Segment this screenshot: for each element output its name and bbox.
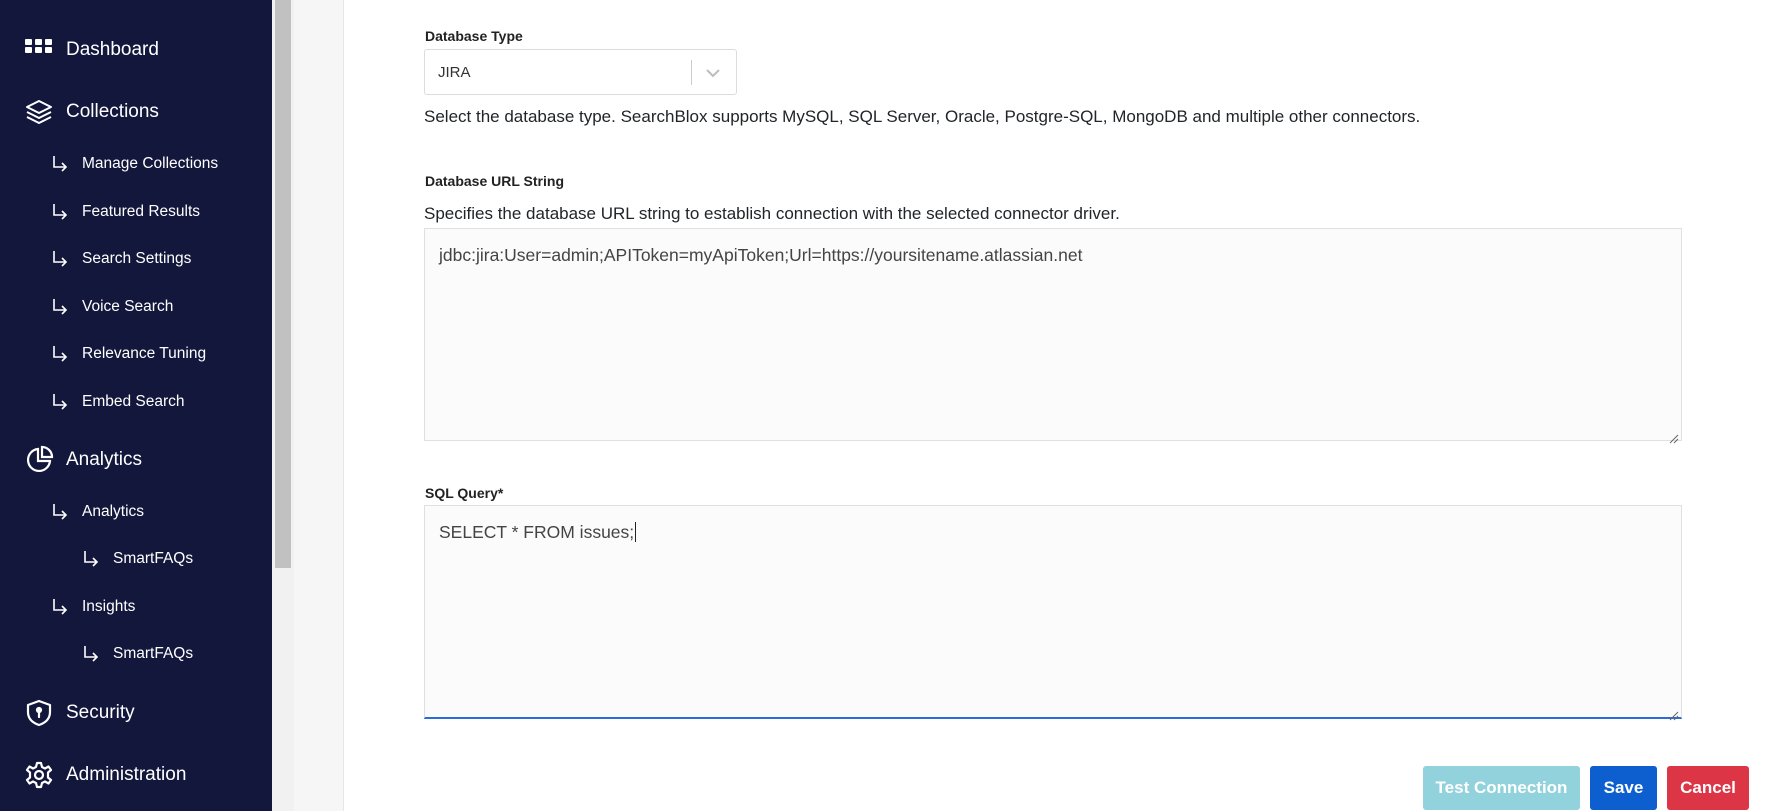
- database-type-help: Select the database type. SearchBlox sup…: [424, 107, 1421, 126]
- sub-arrow-icon: [51, 154, 73, 174]
- save-button[interactable]: Save: [1590, 766, 1657, 810]
- database-url-help: Specifies the database URL string to est…: [424, 204, 1120, 223]
- sidebar-item-relevance-tuning[interactable]: Relevance Tuning: [51, 344, 206, 364]
- sidebar-item-label: SmartFAQs: [113, 645, 194, 662]
- sidebar-item-search-settings[interactable]: Search Settings: [51, 249, 191, 269]
- database-type-select[interactable]: JIRA: [424, 49, 737, 95]
- resize-handle-icon[interactable]: [1669, 705, 1679, 721]
- sidebar-item-manage-collections[interactable]: Manage Collections: [51, 154, 218, 174]
- sidebar-item-security[interactable]: Security: [24, 698, 135, 728]
- sidebar-item-label: Security: [66, 702, 135, 723]
- sidebar-item-smartfaqs-analytics[interactable]: SmartFAQs: [82, 549, 193, 569]
- chevron-down-icon[interactable]: [702, 63, 724, 83]
- sub-arrow-icon: [51, 202, 73, 222]
- sidebar-item-dashboard[interactable]: Dashboard: [24, 35, 159, 65]
- database-url-textarea[interactable]: jdbc:jira:User=admin;APIToken=myApiToken…: [424, 228, 1682, 444]
- sub-arrow-icon: [51, 344, 73, 364]
- sidebar-item-label: Insights: [82, 598, 136, 615]
- database-type-value: JIRA: [438, 64, 471, 81]
- sidebar: Dashboard Collections Manage Collections: [0, 0, 272, 811]
- scrollbar-thumb[interactable]: [275, 0, 291, 568]
- sub-arrow-icon: [51, 597, 73, 617]
- test-connection-button[interactable]: Test Connection: [1423, 766, 1580, 810]
- sidebar-item-voice-search[interactable]: Voice Search: [51, 297, 173, 317]
- sidebar-item-label: Search Settings: [82, 250, 192, 267]
- sidebar-item-collections[interactable]: Collections: [24, 97, 159, 127]
- app-window: Dashboard Collections Manage Collections: [0, 0, 1789, 811]
- sub-arrow-icon: [51, 392, 73, 412]
- sidebar-item-featured-results[interactable]: Featured Results: [51, 202, 200, 222]
- sidebar-item-analytics-sub[interactable]: Analytics: [51, 502, 144, 522]
- sidebar-item-label: Embed Search: [82, 393, 185, 410]
- sidebar-item-analytics[interactable]: Analytics: [24, 445, 142, 475]
- sidebar-scrollbar[interactable]: [272, 0, 294, 811]
- sidebar-item-label: Manage Collections: [82, 155, 219, 172]
- database-url-label: Database URL String: [425, 173, 564, 189]
- sidebar-item-label: Featured Results: [82, 203, 201, 220]
- sidebar-item-smartfaqs-insights[interactable]: SmartFAQs: [82, 644, 193, 664]
- dashboard-grid-icon: [24, 35, 54, 65]
- text-caret: [635, 522, 637, 542]
- database-type-label: Database Type: [425, 28, 523, 44]
- sidebar-item-label: Relevance Tuning: [82, 345, 207, 362]
- sub-arrow-icon: [82, 549, 104, 569]
- sql-query-value: SELECT * FROM issues;: [439, 522, 635, 542]
- database-url-value: jdbc:jira:User=admin;APIToken=myApiToken…: [439, 245, 1083, 265]
- sidebar-item-insights[interactable]: Insights: [51, 597, 135, 617]
- resize-handle-icon[interactable]: [1669, 428, 1679, 444]
- pie-chart-icon: [24, 445, 54, 475]
- sub-arrow-icon: [51, 249, 73, 269]
- cancel-button[interactable]: Cancel: [1667, 766, 1749, 810]
- sidebar-item-label: Analytics: [66, 449, 143, 470]
- select-separator: [691, 60, 692, 85]
- gear-icon: [24, 760, 54, 790]
- sidebar-item-label: Collections: [66, 101, 159, 122]
- sidebar-item-label: Voice Search: [82, 298, 174, 315]
- shield-icon: [24, 698, 54, 728]
- sql-query-textarea[interactable]: SELECT * FROM issues;: [424, 505, 1682, 721]
- sidebar-item-label: Analytics: [82, 503, 145, 520]
- sidebar-item-label: SmartFAQs: [113, 550, 194, 567]
- sub-arrow-icon: [82, 644, 104, 664]
- sub-arrow-icon: [51, 297, 73, 317]
- layers-icon: [24, 97, 54, 127]
- sub-arrow-icon: [51, 502, 73, 522]
- sql-query-label: SQL Query*: [425, 485, 504, 501]
- sidebar-item-administration[interactable]: Administration: [24, 760, 186, 790]
- sidebar-item-embed-search[interactable]: Embed Search: [51, 392, 185, 412]
- sidebar-item-label: Administration: [66, 764, 187, 785]
- sidebar-item-label: Dashboard: [66, 39, 159, 60]
